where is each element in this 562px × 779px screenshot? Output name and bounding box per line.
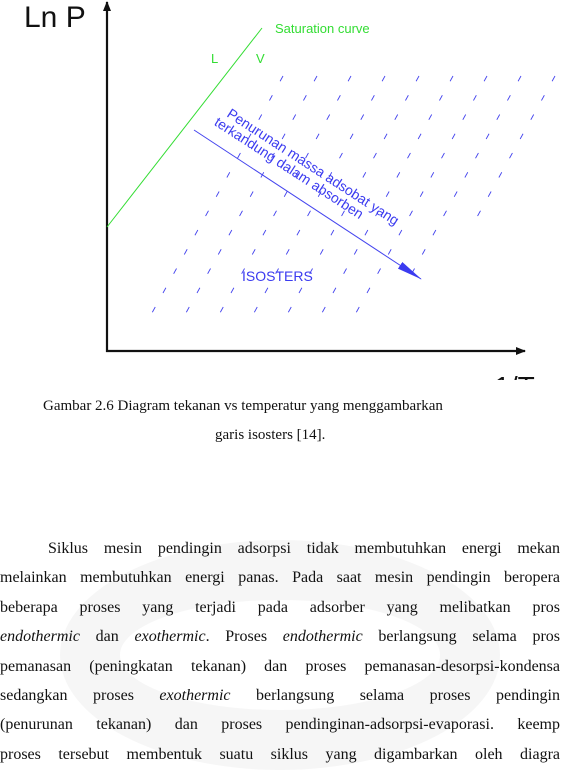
isoster-line bbox=[145, 75, 284, 325]
figure-caption-line2: garis isosters [14]. bbox=[215, 427, 326, 443]
paragraph-line: endothermic dan exothermic. Proses endot… bbox=[0, 628, 561, 646]
paragraph-line: (penurunan tekanan) dan proses pendingin… bbox=[0, 716, 560, 734]
figure-caption-line1: Gambar 2.6 Diagram tekanan vs temperatur… bbox=[43, 398, 443, 414]
paragraph-line: sedangkan proses exothermic berlangsung … bbox=[0, 686, 560, 704]
arrow-label-line2: terkandung dalam absorben bbox=[212, 114, 367, 222]
paragraph-line: melainkan membutuhkan energi panas. Pada… bbox=[0, 569, 560, 587]
isosters-label: ISOSTERS bbox=[242, 268, 313, 284]
paragraph-line: Siklus mesin pendingin adsorpsi tidak me… bbox=[48, 540, 560, 557]
liquid-label: L bbox=[211, 51, 218, 66]
saturation-label: Saturation curve bbox=[275, 21, 370, 36]
paragraph-line: pemanasan (peningkatan tekanan) dan pros… bbox=[0, 657, 560, 675]
body-paragraph: Siklus mesin pendingin adsorpsi tidak me… bbox=[0, 534, 560, 769]
isoster-line bbox=[179, 75, 318, 325]
vapor-label: V bbox=[256, 51, 265, 66]
y-axis-label: Ln P bbox=[24, 1, 86, 34]
pressure-temperature-diagram: Ln P -1/T Saturation curve L V Penurunan… bbox=[24, 1, 556, 380]
isoster-line bbox=[473, 75, 556, 223]
paragraph-line: proses tersebut membentuk suatu siklus y… bbox=[0, 745, 560, 763]
isoster-line bbox=[410, 75, 522, 276]
arrow-label-line1: Penurunan massa adsobat yang bbox=[224, 105, 402, 228]
x-axis-label: -1/T bbox=[485, 371, 535, 380]
paragraph-line: beberapa proses yang terjadi pada adsorb… bbox=[0, 598, 560, 616]
